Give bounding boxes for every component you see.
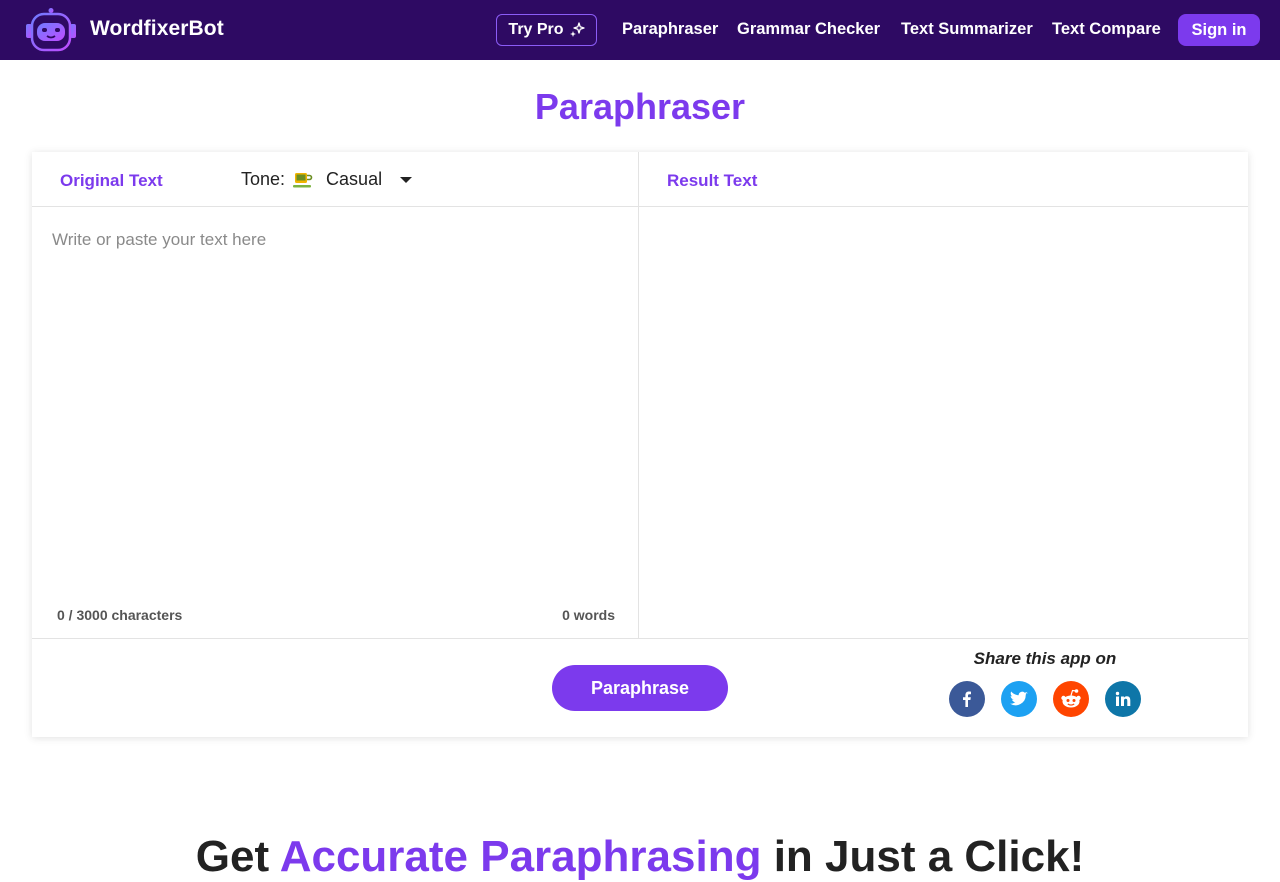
word-count: 0 words	[562, 607, 615, 623]
robot-logo-icon[interactable]	[22, 8, 80, 52]
try-pro-button[interactable]: Try Pro	[496, 14, 597, 46]
nav-grammar-checker-link[interactable]: Grammar Checker	[737, 20, 880, 39]
heading-prefix: Get	[195, 832, 270, 881]
result-text-pane: Result Text	[639, 152, 1248, 638]
linkedin-icon[interactable]	[1105, 681, 1141, 717]
page-title: Paraphraser	[534, 86, 746, 127]
original-text-label: Original Text	[60, 171, 163, 190]
original-text-pane: Original Text Tone: Casual 0 / 3000 char…	[32, 152, 639, 638]
original-text-header: Original Text Tone: Casual	[32, 152, 638, 207]
share-label: Share this app on	[973, 649, 1117, 668]
sparkle-icon	[569, 22, 585, 37]
paraphrase-button[interactable]: Paraphrase	[552, 665, 728, 711]
tone-selector: Tone: Casual	[241, 169, 413, 190]
twitter-icon[interactable]	[1001, 681, 1037, 717]
heading-accent: Accurate Paraphrasing	[279, 832, 762, 881]
sign-in-button[interactable]: Sign in	[1178, 14, 1260, 46]
brand-name[interactable]: WordfixerBot	[90, 17, 224, 41]
nav-paraphraser-link[interactable]: Paraphraser	[622, 20, 718, 39]
result-text-header: Result Text	[639, 152, 1248, 207]
reddit-icon[interactable]	[1053, 681, 1089, 717]
section-heading: Get Accurate Paraphrasing in Just a Clic…	[0, 832, 1280, 882]
coffee-cup-icon	[293, 172, 313, 187]
tone-dropdown[interactable]: Casual	[293, 169, 413, 190]
nav-text-compare-link[interactable]: Text Compare	[1052, 20, 1161, 39]
paraphraser-card: Original Text Tone: Casual 0 / 3000 char…	[32, 152, 1248, 737]
top-navigation-bar: WordfixerBot Try Pro Paraphraser Grammar…	[0, 0, 1280, 60]
original-text-input[interactable]	[52, 230, 612, 590]
nav-text-summarizer-link[interactable]: Text Summarizer	[901, 20, 1033, 39]
heading-suffix: in Just a Click!	[773, 832, 1085, 881]
chevron-down-icon	[400, 176, 413, 183]
tone-value: Casual	[326, 169, 383, 189]
try-pro-label: Try Pro	[508, 21, 564, 38]
result-text-label: Result Text	[667, 171, 758, 190]
card-footer: Paraphrase Share this app on	[32, 638, 1248, 737]
facebook-icon[interactable]	[949, 681, 985, 717]
character-count: 0 / 3000 characters	[57, 607, 183, 623]
tone-label: Tone:	[241, 169, 286, 189]
